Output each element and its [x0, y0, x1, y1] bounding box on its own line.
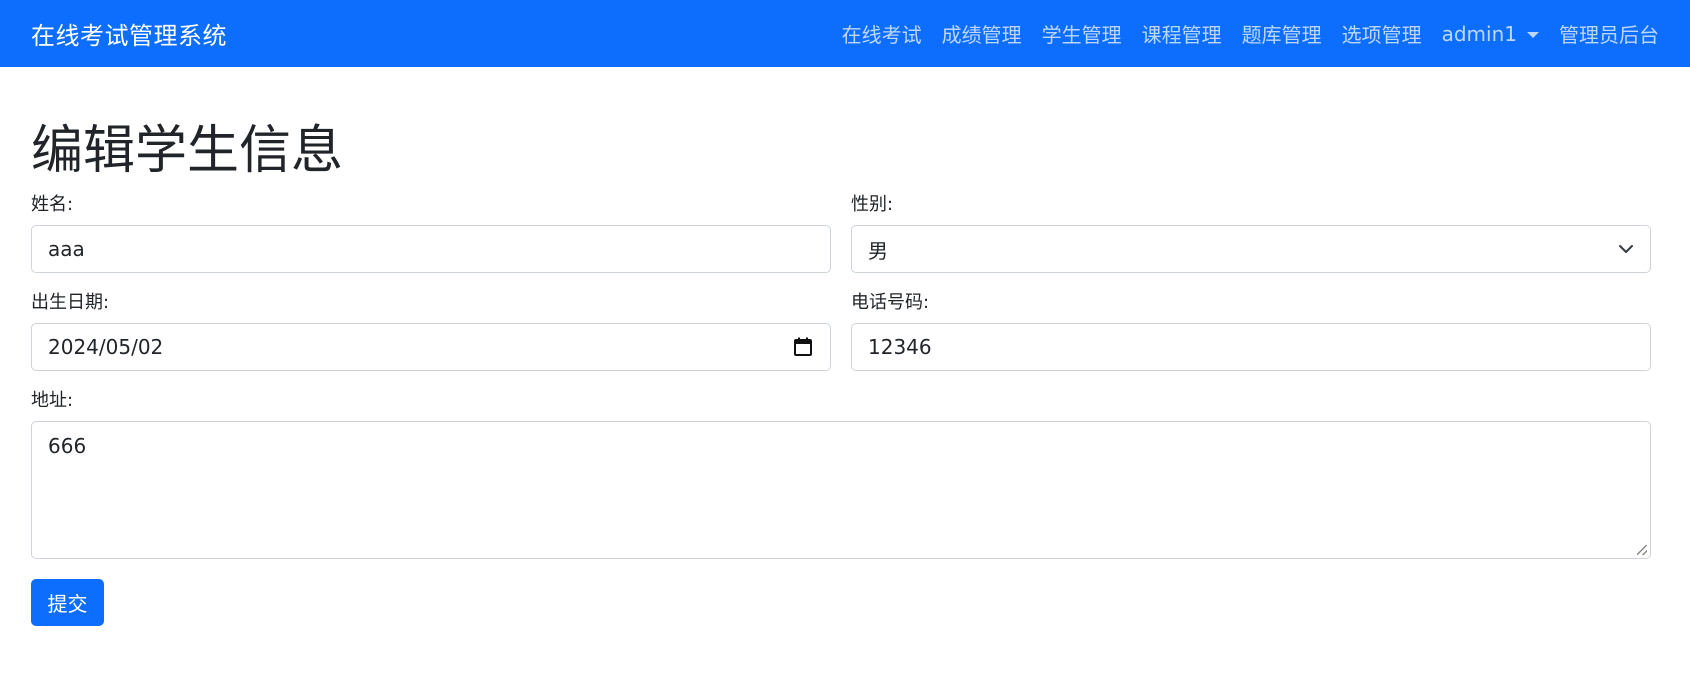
- nav-item-student-management[interactable]: 学生管理: [1042, 19, 1122, 48]
- nav-item-course-management[interactable]: 课程管理: [1142, 19, 1222, 48]
- birth-label: 出生日期:: [31, 292, 110, 313]
- name-group: 姓名: aaa: [31, 185, 831, 273]
- phone-input-value: 12346: [868, 335, 932, 359]
- user-dropdown-label: admin1: [1441, 21, 1517, 46]
- nav-item-user-dropdown[interactable]: admin1: [1442, 22, 1539, 46]
- nav-item-online-exam[interactable]: 在线考试: [842, 19, 922, 48]
- address-label: 地址:: [31, 390, 74, 411]
- form-row-1: 姓名: aaa 性别: 男: [31, 185, 1651, 273]
- chevron-down-icon: [1619, 245, 1633, 253]
- name-input[interactable]: aaa: [31, 225, 831, 273]
- brand-link[interactable]: 在线考试管理系统: [31, 16, 227, 51]
- phone-group: 电话号码: 12346: [851, 283, 1651, 371]
- address-group: 地址: 666: [31, 381, 1651, 559]
- calendar-icon[interactable]: [792, 336, 814, 358]
- phone-input[interactable]: 12346: [851, 323, 1651, 371]
- gender-label: 性别:: [851, 194, 894, 215]
- nav-item-option-management[interactable]: 选项管理: [1342, 19, 1422, 48]
- gender-select[interactable]: 男: [851, 225, 1651, 273]
- resize-handle-icon[interactable]: [1637, 545, 1647, 555]
- nav-item-admin-backend[interactable]: 管理员后台: [1559, 19, 1659, 48]
- birth-group: 出生日期: 2024/05/02: [31, 283, 831, 371]
- nav-item-question-bank[interactable]: 题库管理: [1242, 19, 1322, 48]
- phone-label: 电话号码:: [851, 292, 930, 313]
- gender-select-value: 男: [868, 238, 888, 263]
- nav-item-score-management[interactable]: 成绩管理: [942, 19, 1022, 48]
- name-label: 姓名:: [31, 194, 74, 215]
- address-textarea-value: 666: [48, 434, 87, 458]
- form-row-2: 出生日期: 2024/05/02 电话号码: 12346: [31, 283, 1651, 371]
- name-input-value: aaa: [48, 237, 85, 261]
- top-navbar: 在线考试管理系统 在线考试 成绩管理 学生管理 课程管理 题库管理 选项管理 a…: [0, 0, 1690, 67]
- address-textarea[interactable]: 666: [31, 421, 1651, 559]
- main-content: 编辑学生信息 姓名: aaa 性别: 男 出生日期: 2024/05/02 电话…: [31, 67, 1651, 626]
- page-title: 编辑学生信息: [31, 121, 344, 181]
- nav-menu: 在线考试 成绩管理 学生管理 课程管理 题库管理 选项管理 admin1 管理员…: [822, 0, 1659, 67]
- birth-date-input[interactable]: 2024/05/02: [31, 323, 831, 371]
- caret-down-icon: [1527, 31, 1539, 38]
- gender-group: 性别: 男: [851, 185, 1651, 273]
- submit-button[interactable]: 提交: [31, 579, 104, 626]
- birth-date-value: 2024/05/02: [48, 335, 164, 359]
